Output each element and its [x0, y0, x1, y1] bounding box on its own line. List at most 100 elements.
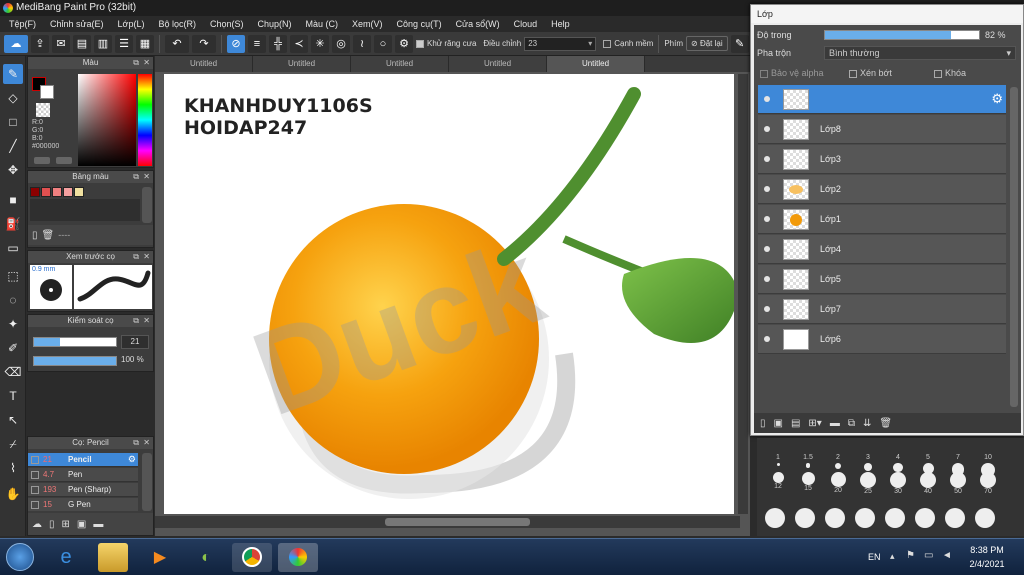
visibility-icon[interactable] [764, 216, 770, 222]
add-brush-icon[interactable]: ⊞ [62, 519, 70, 530]
tab-untitled-4[interactable]: Untitled [449, 56, 547, 72]
document-icon[interactable]: ▥ [94, 34, 112, 53]
gear-icon[interactable]: ⚙ [128, 454, 136, 465]
menu-file[interactable]: Tệp(F) [2, 19, 43, 29]
brush-size-dot-large[interactable] [855, 508, 875, 528]
brush-size-cell[interactable]: 12 [763, 472, 793, 496]
soft-edge-checkbox[interactable] [603, 39, 612, 48]
ie-icon[interactable]: e [46, 543, 86, 572]
palette-scrollbar[interactable] [142, 187, 152, 223]
lock-checkbox[interactable] [934, 69, 942, 78]
new-layer-icon[interactable]: ▯ [760, 418, 766, 429]
network-icon[interactable]: ⚑ [906, 550, 915, 561]
brush-tool-icon[interactable]: ✎ [3, 64, 23, 84]
visibility-icon[interactable] [764, 246, 770, 252]
folder-icon[interactable]: ▬ [93, 519, 103, 530]
color-picker-button[interactable] [56, 157, 72, 164]
medibang-icon[interactable] [278, 543, 318, 572]
layer-row[interactable]: Lớp7 [758, 295, 1006, 324]
brush-size-cell[interactable]: 30 [883, 472, 913, 496]
tray-chevron-icon[interactable]: ▴ [890, 551, 895, 562]
new-halftone-layer-icon[interactable]: ▣ [774, 418, 783, 429]
new-8bit-layer-icon[interactable]: ▤ [791, 418, 800, 429]
brush-list-scrollbar[interactable] [142, 453, 152, 511]
cross-snap-icon[interactable]: ╬ [269, 34, 287, 53]
text-tool-icon[interactable]: T [3, 386, 23, 406]
layer-row[interactable]: Lớp4 [758, 235, 1006, 264]
monitor-icon[interactable]: ▭ [924, 550, 933, 561]
visibility-icon[interactable] [764, 276, 770, 282]
eraser-tool-icon[interactable]: ◇ [3, 88, 23, 108]
brush-size-slider[interactable] [33, 337, 117, 347]
visibility-icon[interactable] [764, 336, 770, 342]
share-icon[interactable]: ⇪ [31, 34, 49, 53]
saturation-value-picker[interactable] [78, 74, 136, 166]
reset-button[interactable]: ⊘ Đặt lại [686, 36, 728, 51]
blend-select[interactable]: Bình thường ▾ [824, 46, 1016, 60]
horizontal-scrollbar[interactable] [155, 516, 740, 528]
add-layer-menu-icon[interactable]: ⊞▾ [808, 418, 821, 429]
brush-size-cell[interactable]: 25 [853, 472, 883, 496]
merge-layer-icon[interactable]: ⇊ [863, 418, 871, 429]
layer-row[interactable]: Lớp3 [758, 145, 1006, 174]
brush-size-dot-large[interactable] [945, 508, 965, 528]
delete-palette-icon[interactable]: 🗑 [42, 230, 55, 241]
menu-cloud[interactable]: Cloud [507, 19, 545, 29]
visibility-icon[interactable] [764, 186, 770, 192]
start-button[interactable] [6, 543, 34, 571]
vertical-scrollbar[interactable] [738, 74, 748, 514]
layer-row[interactable]: Lớp1 [758, 205, 1006, 234]
delete-layer-icon[interactable]: 🗑 [879, 418, 892, 429]
circle-snap-icon[interactable]: ○ [374, 34, 392, 53]
select-pen-tool-icon[interactable]: ✐ [3, 338, 23, 358]
select-tool-icon[interactable]: ⬚ [3, 266, 23, 286]
palette-swatch[interactable] [30, 187, 40, 197]
opacity-slider[interactable] [824, 30, 980, 40]
select-eraser-tool-icon[interactable]: ⌫ [3, 362, 23, 382]
close-icon[interactable]: ✕ [143, 437, 150, 449]
fill-rect-tool-icon[interactable]: ■ [3, 190, 23, 210]
tab-untitled-2[interactable]: Untitled [253, 56, 351, 72]
antialias-toggle[interactable]: Khử răng cưa [416, 39, 476, 48]
menu-filter[interactable]: Bộ lọc(R) [151, 19, 203, 29]
grid-icon[interactable]: ▦ [136, 34, 154, 53]
tab-untitled-3[interactable]: Untitled [351, 56, 449, 72]
close-icon[interactable]: ✕ [143, 251, 150, 263]
bucket-tool-icon[interactable]: ⛽ [3, 214, 23, 234]
menu-color[interactable]: Màu (C) [299, 19, 346, 29]
explorer-icon[interactable] [98, 543, 128, 572]
duplicate-layer-icon[interactable]: ⧉ [848, 418, 855, 429]
close-icon[interactable]: ✕ [143, 315, 150, 327]
visibility-icon[interactable] [764, 126, 770, 132]
cloud-icon[interactable]: ☁ [4, 34, 28, 53]
layer-list-scrollbar[interactable] [1010, 87, 1018, 407]
eyedropper-tool-icon[interactable]: ⌇ [3, 458, 23, 478]
pen-icon[interactable]: ✎ [730, 34, 749, 53]
brush-size-cell[interactable]: 20 [823, 472, 853, 496]
transparent-color-swatch[interactable] [36, 103, 50, 117]
clipping-checkbox[interactable] [849, 69, 857, 78]
brush-settings-icon[interactable]: ▣ [77, 519, 86, 530]
lock-toggle[interactable]: Khóa [934, 68, 966, 78]
adjust-select[interactable]: 23 [524, 36, 597, 51]
protect-alpha-checkbox[interactable] [760, 69, 768, 78]
antialias-checkbox[interactable] [416, 39, 424, 48]
concentric-snap-icon[interactable]: ◎ [332, 34, 350, 53]
tab-untitled-5[interactable]: Untitled [547, 56, 645, 72]
brush-opacity-slider[interactable] [33, 356, 117, 366]
dropper-tool-icon[interactable]: ⌿ [3, 434, 23, 454]
color-mode-button[interactable] [34, 157, 50, 164]
redo-icon[interactable]: ↷ [192, 34, 216, 53]
brush-size-dot-large[interactable] [885, 508, 905, 528]
palette-swatch[interactable] [63, 187, 73, 197]
menu-select[interactable]: Chọn(S) [203, 19, 251, 29]
hand-tool-icon[interactable]: ✋ [3, 484, 23, 504]
language-indicator[interactable]: EN [868, 552, 881, 562]
brush-size-dot-large[interactable] [915, 508, 935, 528]
layer-row[interactable]: Lớp5 [758, 265, 1006, 294]
menu-help[interactable]: Help [544, 19, 577, 29]
media-player-icon[interactable]: ▶ [140, 543, 180, 572]
volume-icon[interactable]: ◄ [942, 550, 952, 561]
protect-alpha-toggle[interactable]: Bảo vệ alpha [760, 68, 824, 78]
close-icon[interactable]: ✕ [143, 57, 150, 69]
